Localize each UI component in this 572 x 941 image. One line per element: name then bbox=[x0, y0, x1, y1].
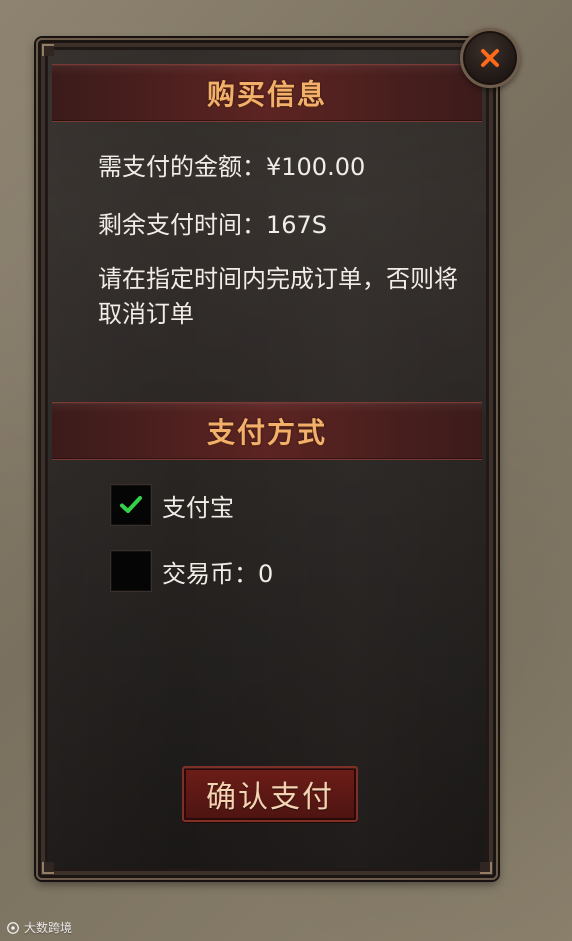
trading-coin-checkbox[interactable] bbox=[110, 550, 152, 592]
payment-option-alipay[interactable]: 支付宝 bbox=[110, 484, 234, 526]
watermark: 大数跨境 bbox=[6, 919, 72, 936]
purchase-dialog: 购买信息 需支付的金额：¥100.00 剩余支付时间：167S 请在指定时间内完… bbox=[36, 38, 498, 880]
payment-method-header: 支付方式 bbox=[52, 402, 482, 460]
amount-text: 需支付的金额：¥100.00 bbox=[98, 153, 366, 181]
purchase-info-header: 购买信息 bbox=[52, 64, 482, 122]
alipay-checkbox[interactable] bbox=[110, 484, 152, 526]
close-icon bbox=[481, 49, 499, 67]
check-icon bbox=[120, 496, 142, 513]
confirm-payment-button[interactable]: 确认支付 bbox=[182, 766, 358, 822]
payment-option-trading-coin[interactable]: 交易币：0 bbox=[110, 550, 273, 592]
notice-text: 请在指定时间内完成订单，否则将取消订单 bbox=[98, 265, 458, 328]
watermark-logo bbox=[7, 921, 19, 934]
remaining-time-text: 剩余支付时间：167S bbox=[98, 211, 328, 239]
corner-top-left bbox=[42, 44, 54, 56]
corner-bottom-right bbox=[480, 862, 492, 874]
purchase-info-title: 购买信息 bbox=[206, 78, 327, 111]
corner-bottom-left bbox=[42, 862, 54, 874]
payment-method-title: 支付方式 bbox=[206, 416, 327, 449]
watermark-text: 大数跨境 bbox=[24, 921, 73, 935]
trading-coin-label: 交易币：0 bbox=[162, 559, 274, 588]
alipay-label: 支付宝 bbox=[162, 493, 234, 522]
close-button[interactable] bbox=[460, 28, 520, 88]
